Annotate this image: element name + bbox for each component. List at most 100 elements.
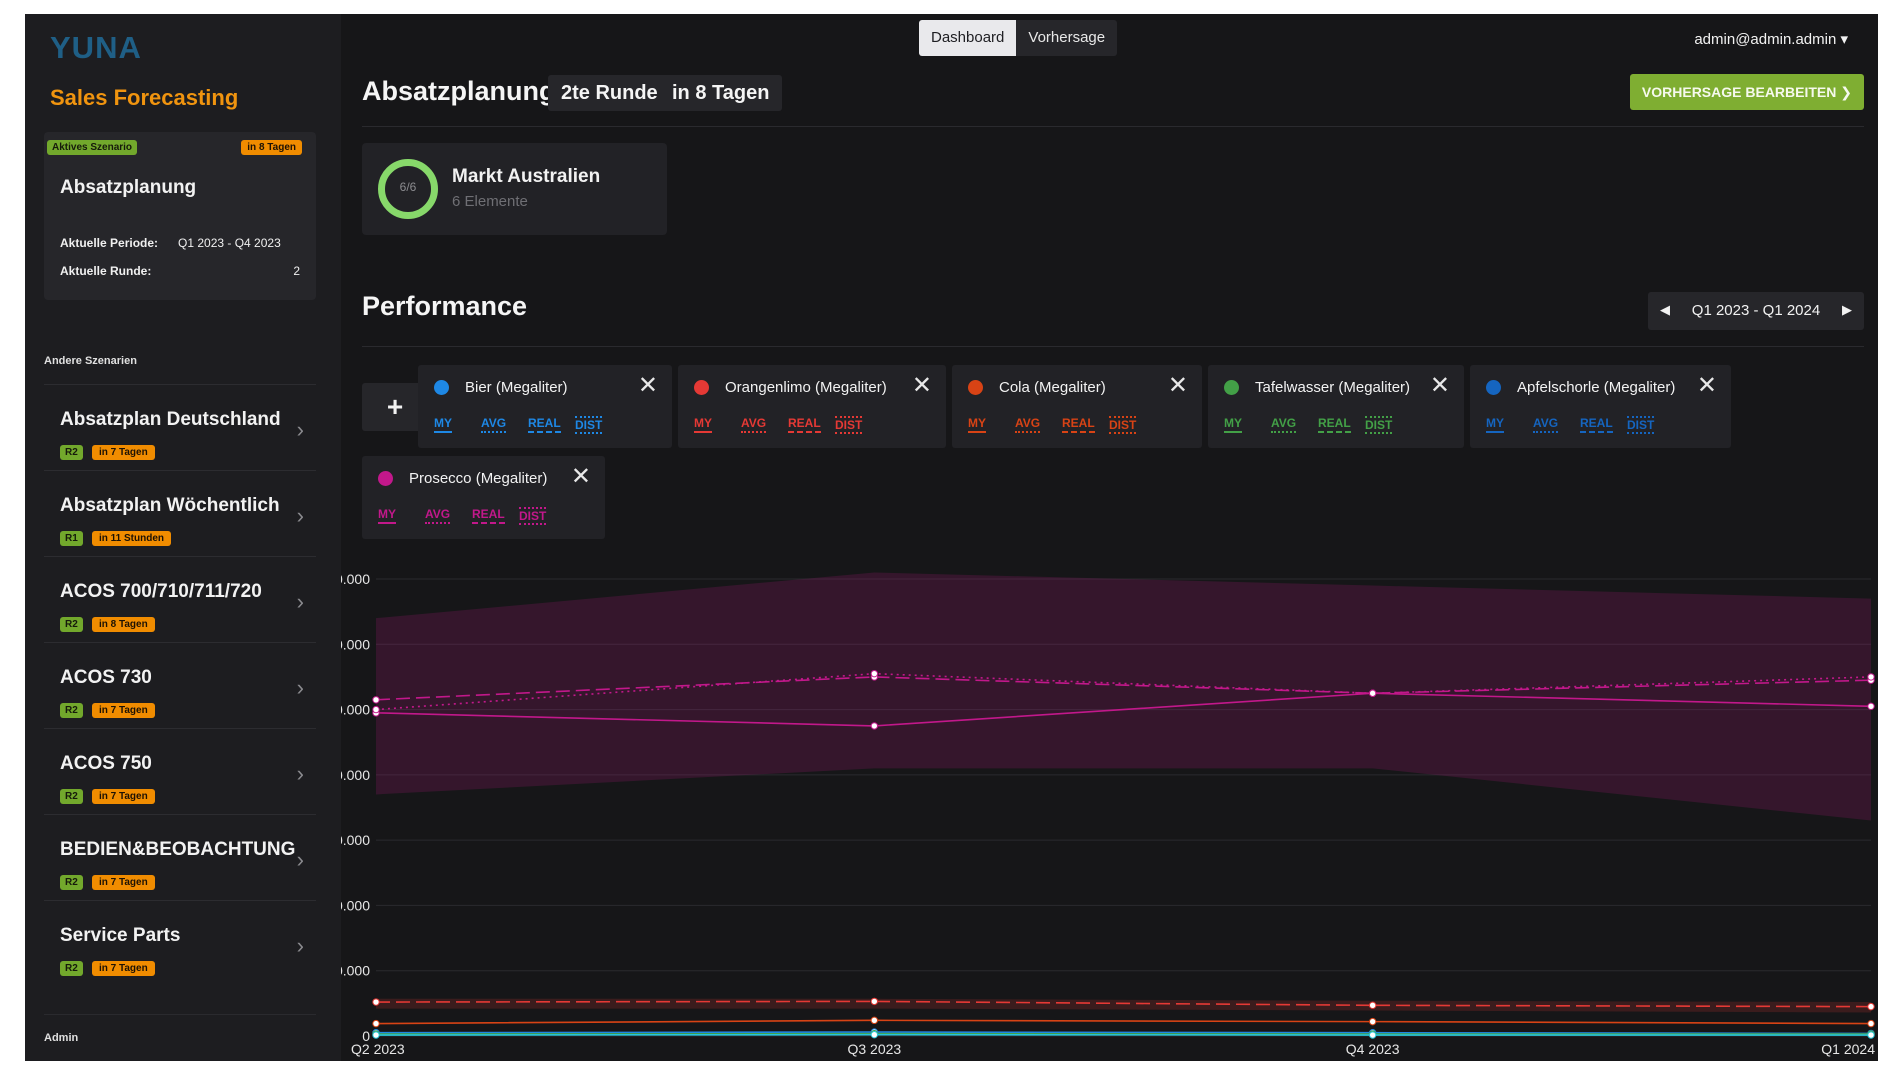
active-scenario-timing: in 8 Tagen — [241, 140, 302, 155]
legend-toggle-real[interactable]: REAL — [1318, 416, 1351, 433]
series-card[interactable]: Cola (Megaliter) ✕ MY AVG REAL DIST — [952, 365, 1202, 448]
series-color-dot — [434, 380, 449, 395]
legend-toggle-avg[interactable]: AVG — [1533, 416, 1559, 433]
scenario-name: Service Parts — [60, 925, 181, 946]
legend-toggle-my[interactable]: MY — [694, 416, 712, 433]
period-next-icon[interactable]: ▶ — [1842, 302, 1852, 318]
chevron-right-icon: › — [296, 761, 304, 786]
legend-toggle-avg[interactable]: AVG — [1271, 416, 1297, 433]
app-window: YUNA Sales Forecasting Aktives Szenario … — [25, 14, 1878, 1061]
performance-chart: 010.00020.00030.00040.00050.00060.00070.… — [341, 571, 1875, 1057]
legend-toggle-dist[interactable]: DIST — [1109, 416, 1137, 434]
current-period-row: Aktuelle Periode: Q1 2023 - Q4 2023 — [60, 236, 300, 250]
legend-toggle-dist[interactable]: DIST — [519, 507, 547, 525]
series-name: Bier (Megaliter) — [465, 379, 568, 396]
legend-toggle-real[interactable]: REAL — [788, 416, 821, 433]
legend-toggle-dist[interactable]: DIST — [575, 416, 603, 434]
scenario-item[interactable]: BEDIEN&BEOBACHTUNG R2 in 7 Tagen › — [44, 814, 316, 898]
remove-series-icon[interactable]: ✕ — [1430, 371, 1450, 400]
brand-subtitle: Sales Forecasting — [50, 85, 239, 110]
data-point — [1867, 1019, 1875, 1028]
series-name: Tafelwasser (Megaliter) — [1255, 379, 1411, 396]
scenario-round-badge: R2 — [60, 617, 83, 632]
legend-toggle-real[interactable]: REAL — [472, 507, 505, 524]
scenario-name: ACOS 700/710/711/720 — [60, 581, 262, 602]
active-scenario-card[interactable]: Aktives Szenario in 8 Tagen Absatzplanun… — [44, 132, 316, 300]
series-card[interactable]: Orangenlimo (Megaliter) ✕ MY AVG REAL DIST — [678, 365, 946, 448]
current-period-value: Q1 2023 - Q4 2023 — [178, 236, 281, 250]
chevron-right-icon: › — [296, 417, 304, 442]
data-point — [1867, 1002, 1875, 1011]
scenario-round-badge: R2 — [60, 703, 83, 718]
active-scenario-title: Absatzplanung — [60, 177, 197, 198]
scenario-timing-badge: in 7 Tagen — [92, 789, 155, 804]
data-point — [1368, 1031, 1377, 1039]
legend-toggle-my[interactable]: MY — [378, 507, 396, 524]
tab-vorhersage[interactable]: Vorhersage — [1016, 20, 1118, 56]
scenario-item[interactable]: Absatzplan Deutschland R2 in 7 Tagen › — [44, 384, 316, 468]
scenario-item[interactable]: Absatzplan Wöchentlich R1 in 11 Stunden … — [44, 470, 316, 554]
tab-dashboard[interactable]: Dashboard — [919, 20, 1017, 56]
scenario-item[interactable]: ACOS 730 R2 in 7 Tagen › — [44, 642, 316, 726]
admin-link[interactable]: Admin — [44, 1032, 78, 1044]
series-color-dot — [378, 471, 393, 486]
scenario-item[interactable]: ACOS 700/710/711/720 R2 in 8 Tagen › — [44, 556, 316, 640]
legend-toggle-my[interactable]: MY — [1224, 416, 1242, 433]
chevron-right-icon: › — [296, 503, 304, 528]
scenario-item[interactable]: ACOS 750 R2 in 7 Tagen › — [44, 728, 316, 812]
legend-toggle-real[interactable]: REAL — [1580, 416, 1613, 433]
legend-toggle-avg[interactable]: AVG — [425, 507, 451, 524]
chevron-right-icon: › — [296, 847, 304, 872]
performance-divider — [362, 346, 1864, 347]
legend-toggle-dist[interactable]: DIST — [835, 416, 863, 434]
chevron-right-icon: › — [296, 589, 304, 614]
y-tick-label: 50.000 — [341, 702, 370, 718]
legend-toggle-my[interactable]: MY — [968, 416, 986, 433]
legend-toggle-dist[interactable]: DIST — [1627, 416, 1655, 434]
scenario-name: Absatzplan Wöchentlich — [60, 495, 280, 516]
scenario-timing-badge: in 7 Tagen — [92, 445, 155, 460]
remove-series-icon[interactable]: ✕ — [912, 371, 932, 400]
remove-series-icon[interactable]: ✕ — [638, 371, 658, 400]
legend-toggle-dist[interactable]: DIST — [1365, 416, 1393, 434]
series-card[interactable]: Tafelwasser (Megaliter) ✕ MY AVG REAL DIST — [1208, 365, 1464, 448]
sidebar-divider — [44, 1014, 316, 1015]
market-card[interactable]: 6/6 Markt Australien 6 Elemente — [362, 143, 667, 235]
series-card[interactable]: Prosecco (Megaliter) ✕ MY AVG REAL DIST — [362, 456, 605, 539]
chevron-right-icon: › — [296, 933, 304, 958]
scenario-round-badge: R2 — [60, 789, 83, 804]
scenario-timing-badge: in 7 Tagen — [92, 703, 155, 718]
legend-toggle-avg[interactable]: AVG — [741, 416, 767, 433]
legend-toggle-real[interactable]: REAL — [528, 416, 561, 433]
legend-toggle-my[interactable]: MY — [434, 416, 452, 433]
legend-toggle-avg[interactable]: AVG — [481, 416, 507, 433]
series-card[interactable]: Apfelschorle (Megaliter) ✕ MY AVG REAL DIST — [1470, 365, 1731, 448]
legend-toggle-real[interactable]: REAL — [1062, 416, 1095, 433]
edit-forecast-button[interactable]: VORHERSAGE BEARBEITEN ❯ — [1629, 74, 1864, 110]
view-tabs: Dashboard Vorhersage — [919, 20, 1118, 56]
x-tick-label: Q2 2023 — [351, 1041, 405, 1057]
remove-series-icon[interactable]: ✕ — [571, 462, 591, 491]
current-period-label: Aktuelle Periode: — [60, 236, 159, 250]
scenario-item[interactable]: Service Parts R2 in 7 Tagen › — [44, 900, 316, 984]
series-name: Cola (Megaliter) — [999, 379, 1106, 396]
scenario-timing-badge: in 11 Stunden — [92, 531, 172, 546]
series-card[interactable]: Bier (Megaliter) ✕ MY AVG REAL DIST — [418, 365, 672, 448]
user-menu[interactable]: admin@admin.admin ▾ — [1694, 30, 1848, 48]
legend-toggle-avg[interactable]: AVG — [1015, 416, 1041, 433]
remove-series-icon[interactable]: ✕ — [1697, 371, 1717, 400]
remove-series-icon[interactable]: ✕ — [1168, 371, 1188, 400]
legend-toggle-my[interactable]: MY — [1486, 416, 1504, 433]
progress-ring: 6/6 — [378, 159, 438, 219]
scenario-timing-badge: in 7 Tagen — [92, 961, 155, 976]
period-label: Q1 2023 - Q1 2024 — [1691, 302, 1821, 319]
scenario-round-badge: R1 — [60, 531, 83, 546]
scenario-round-badge: R2 — [60, 445, 83, 460]
page-title: Absatzplanung — [362, 76, 556, 106]
series-name: Prosecco (Megaliter) — [409, 470, 548, 487]
scenario-round-badge: R2 — [60, 961, 83, 976]
data-point — [1368, 1001, 1377, 1010]
brand-logo[interactable]: YUNA — [50, 30, 142, 66]
data-point — [372, 998, 380, 1006]
x-tick-label: Q1 2024 — [1821, 1041, 1875, 1057]
